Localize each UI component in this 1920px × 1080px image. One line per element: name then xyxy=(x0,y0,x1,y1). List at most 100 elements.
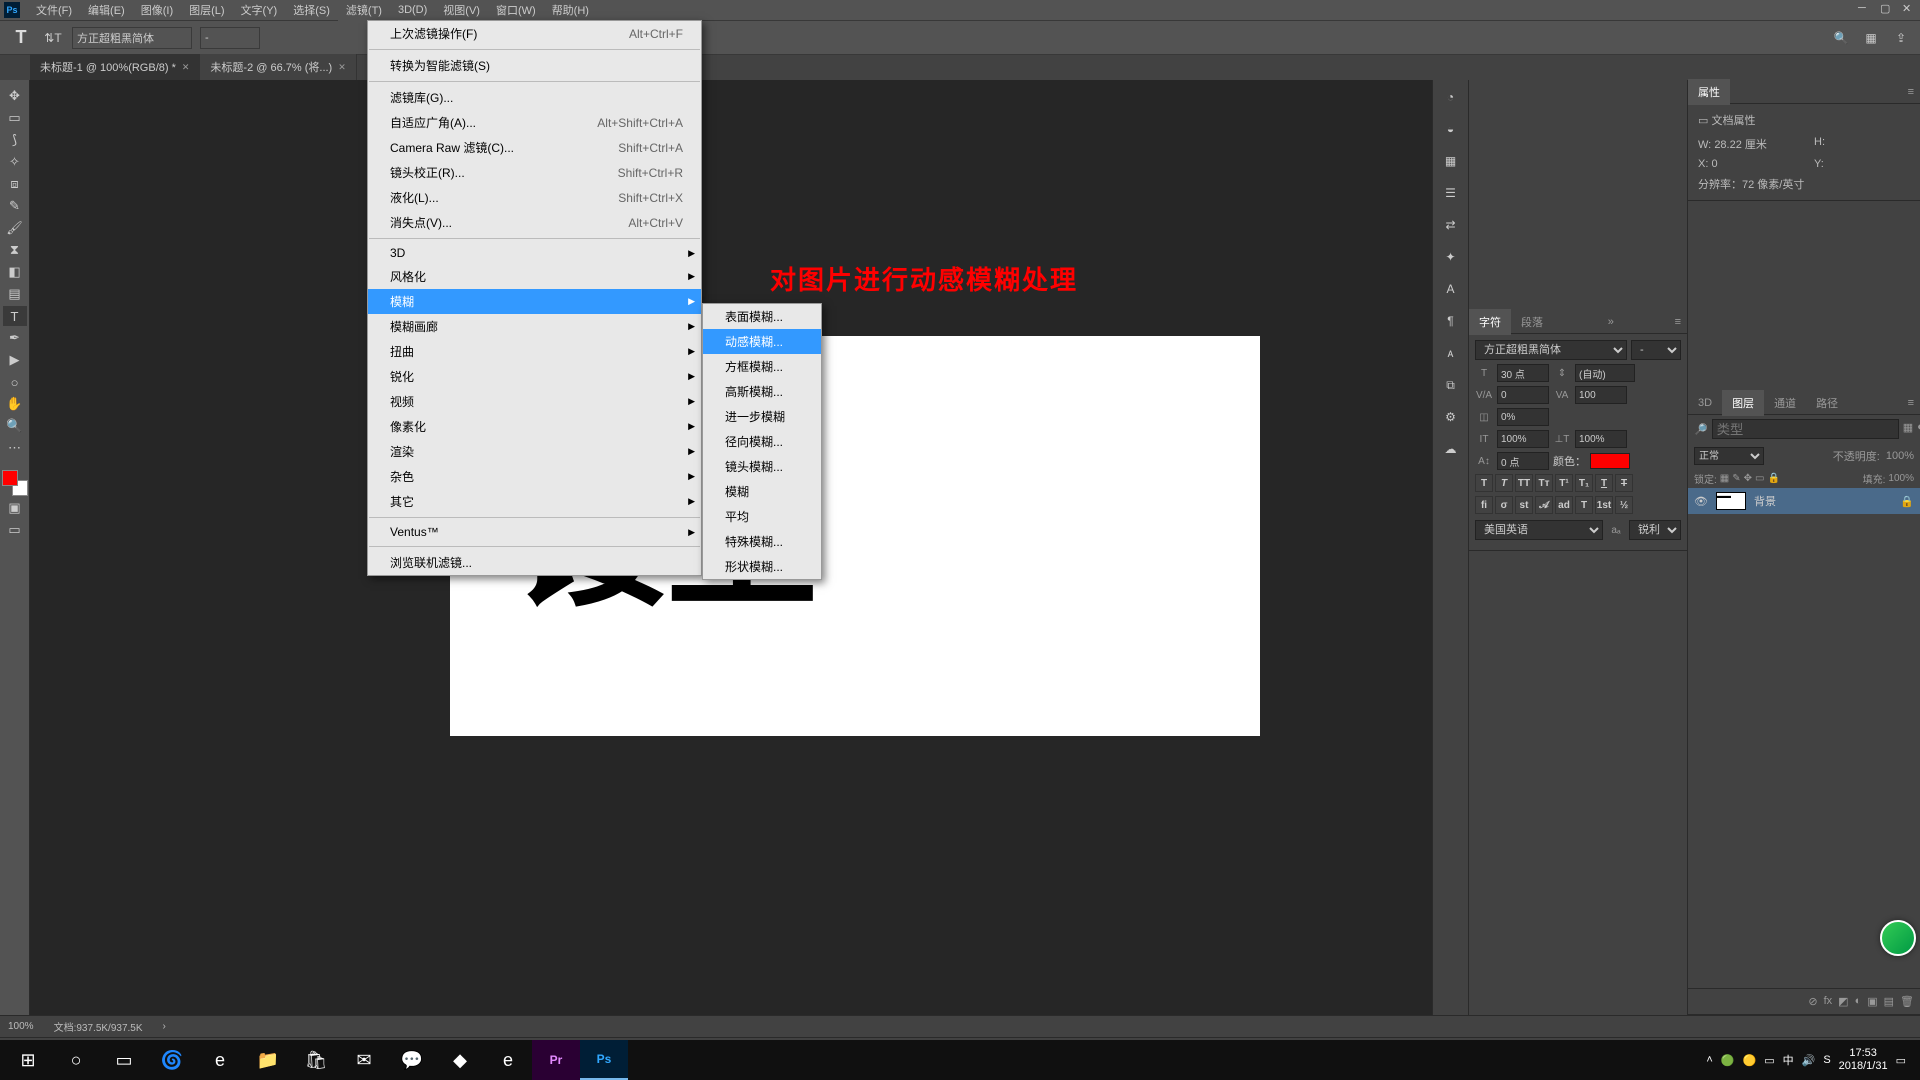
filter-item[interactable]: 消失点(V)...Alt+Ctrl+V xyxy=(368,210,701,235)
para-tab[interactable]: 段落 xyxy=(1511,309,1553,335)
allcaps-btn[interactable]: TT xyxy=(1515,474,1533,492)
tool-preset-icon[interactable]: T xyxy=(8,25,34,51)
actions-panel-icon[interactable]: ⚙ xyxy=(1437,404,1465,430)
char-leading[interactable] xyxy=(1575,364,1635,382)
blur-item[interactable]: 平均 xyxy=(703,504,821,529)
filter-item[interactable]: 液化(L)...Shift+Ctrl+X xyxy=(368,185,701,210)
filter-item[interactable]: 模糊画廊▶ xyxy=(368,314,701,339)
ord-btn[interactable]: T xyxy=(1575,496,1593,514)
photoshop-icon[interactable]: Ps xyxy=(580,1040,628,1080)
tray-notif-icon[interactable]: ▭ xyxy=(1896,1054,1906,1067)
filter-item[interactable]: 锐化▶ xyxy=(368,364,701,389)
char-lang[interactable]: 美国英语 xyxy=(1475,520,1603,540)
menu-layer[interactable]: 图层(L) xyxy=(181,0,232,21)
strike-btn[interactable]: T xyxy=(1615,474,1633,492)
zoom-value[interactable]: 100% xyxy=(8,1021,34,1032)
move-tool-icon[interactable]: ✥ xyxy=(3,86,27,106)
doc-size[interactable]: 文档:937.5K/937.5K xyxy=(54,1019,143,1034)
menu-filter[interactable]: 滤镜(T) xyxy=(338,0,390,21)
char-font[interactable]: 方正超粗黑简体 xyxy=(1475,340,1627,360)
lock-paint-icon[interactable]: ✎ xyxy=(1732,473,1740,484)
blur-item[interactable]: 表面模糊... xyxy=(703,304,821,329)
menu-select[interactable]: 选择(S) xyxy=(285,0,338,21)
filter-item[interactable]: 转换为智能滤镜(S) xyxy=(368,53,701,78)
filter-item[interactable]: 渲染▶ xyxy=(368,439,701,464)
super-btn[interactable]: T¹ xyxy=(1555,474,1573,492)
char-color-swatch[interactable] xyxy=(1590,453,1630,469)
title-btn[interactable]: ad xyxy=(1555,496,1573,514)
gradient-tool-icon[interactable]: ▤ xyxy=(3,284,27,304)
fi-btn[interactable]: fi xyxy=(1475,496,1493,514)
new-layer-icon[interactable]: ▤ xyxy=(1884,995,1894,1008)
fill-value[interactable]: 100% xyxy=(1888,473,1914,484)
filter-item[interactable]: 像素化▶ xyxy=(368,414,701,439)
magic-wand-tool-icon[interactable]: ✧ xyxy=(3,152,27,172)
store-icon[interactable]: 🛍 xyxy=(292,1040,340,1080)
filter-item[interactable]: 杂色▶ xyxy=(368,464,701,489)
char-track[interactable] xyxy=(1575,386,1627,404)
char-aa[interactable]: 锐利 xyxy=(1629,520,1681,540)
filter-search-icon[interactable]: 🔎 xyxy=(1694,423,1708,436)
sigma-btn[interactable]: σ xyxy=(1495,496,1513,514)
lasso-tool-icon[interactable]: ⟆ xyxy=(3,130,27,150)
marquee-tool-icon[interactable]: ▭ xyxy=(3,108,27,128)
tray-ime-icon[interactable]: 中 xyxy=(1783,1052,1794,1068)
lock-transparent-icon[interactable]: ▦ xyxy=(1720,473,1729,484)
close-icon[interactable]: ✕ xyxy=(1902,2,1916,16)
layer-row[interactable]: 👁 ▬▬ 背景 🔒 xyxy=(1688,488,1920,514)
stamp-tool-icon[interactable]: ⧗ xyxy=(3,240,27,260)
explorer-icon[interactable]: 📁 xyxy=(244,1040,292,1080)
tray-up-icon[interactable]: ˄ xyxy=(1706,1054,1712,1066)
styles-panel-icon[interactable]: ✦ xyxy=(1437,244,1465,270)
filter-item[interactable]: 扭曲▶ xyxy=(368,339,701,364)
char-tab[interactable]: 字符 xyxy=(1469,309,1511,335)
props-tab[interactable]: 属性 xyxy=(1688,79,1730,105)
type-tool-icon[interactable]: T xyxy=(3,306,27,326)
font-style-select[interactable] xyxy=(200,27,260,49)
swash-btn[interactable]: 𝒜 xyxy=(1535,496,1553,514)
blur-item[interactable]: 镜头模糊... xyxy=(703,454,821,479)
menu-file[interactable]: 文件(F) xyxy=(28,0,80,21)
font-family-select[interactable] xyxy=(72,27,192,49)
app-blue-icon[interactable]: ◆ xyxy=(436,1040,484,1080)
mail-icon[interactable]: ✉ xyxy=(340,1040,388,1080)
lock-all-icon[interactable]: 🔒 xyxy=(1767,473,1779,484)
quickmask-icon[interactable]: ▣ xyxy=(3,498,27,518)
blur-item[interactable]: 模糊 xyxy=(703,479,821,504)
blur-item[interactable]: 高斯模糊... xyxy=(703,379,821,404)
filter-item[interactable]: 3D▶ xyxy=(368,242,701,264)
tray-volume-icon[interactable]: 🔊 xyxy=(1802,1054,1816,1067)
filter-item[interactable]: 滤镜库(G)... xyxy=(368,85,701,110)
tab-close-icon[interactable]: ✕ xyxy=(182,62,190,73)
filter-item[interactable]: 上次滤镜操作(F)Alt+Ctrl+F xyxy=(368,21,701,46)
char-kern[interactable] xyxy=(1497,386,1549,404)
doc-tab-2[interactable]: 未标题-2 @ 66.7% (将...)✕ xyxy=(200,54,356,80)
opacity-value[interactable]: 100% xyxy=(1886,450,1914,462)
shape-tool-icon[interactable]: ○ xyxy=(3,372,27,392)
brush-tool-icon[interactable]: 🖌 xyxy=(3,218,27,238)
blur-item[interactable]: 方框模糊... xyxy=(703,354,821,379)
orientation-toggle-icon[interactable]: ⇅T xyxy=(42,27,64,49)
search-icon[interactable]: 🔍 xyxy=(1830,27,1852,49)
zoom-tool-icon[interactable]: 🔍 xyxy=(3,416,27,436)
screenmode-icon[interactable]: ▭ xyxy=(3,520,27,540)
menu-image[interactable]: 图像(I) xyxy=(133,0,181,21)
menu-type[interactable]: 文字(Y) xyxy=(233,0,286,21)
browser-icon[interactable]: e xyxy=(196,1040,244,1080)
path-select-tool-icon[interactable]: ▶ xyxy=(3,350,27,370)
char-baseline[interactable] xyxy=(1497,452,1549,470)
blur-item[interactable]: 进一步模糊 xyxy=(703,404,821,429)
frac-btn[interactable]: 1st xyxy=(1595,496,1613,514)
filter-item[interactable]: 镜头校正(R)...Shift+Ctrl+R xyxy=(368,160,701,185)
menu-3d[interactable]: 3D(D) xyxy=(390,1,435,19)
paths-tab[interactable]: 路径 xyxy=(1806,390,1848,416)
blur-item[interactable]: 动感模糊... xyxy=(703,329,821,354)
edit-toolbar-icon[interactable]: ⋯ xyxy=(3,438,27,458)
tab-close-icon[interactable]: ✕ xyxy=(338,62,346,73)
cortana-icon[interactable]: ○ xyxy=(52,1040,100,1080)
filter-item[interactable]: 浏览联机滤镜... xyxy=(368,550,701,575)
fg-color-icon[interactable] xyxy=(2,470,18,486)
lock-pos-icon[interactable]: ✥ xyxy=(1744,473,1752,484)
crop-tool-icon[interactable]: ⧈ xyxy=(3,174,27,194)
filter-item[interactable]: 风格化▶ xyxy=(368,264,701,289)
